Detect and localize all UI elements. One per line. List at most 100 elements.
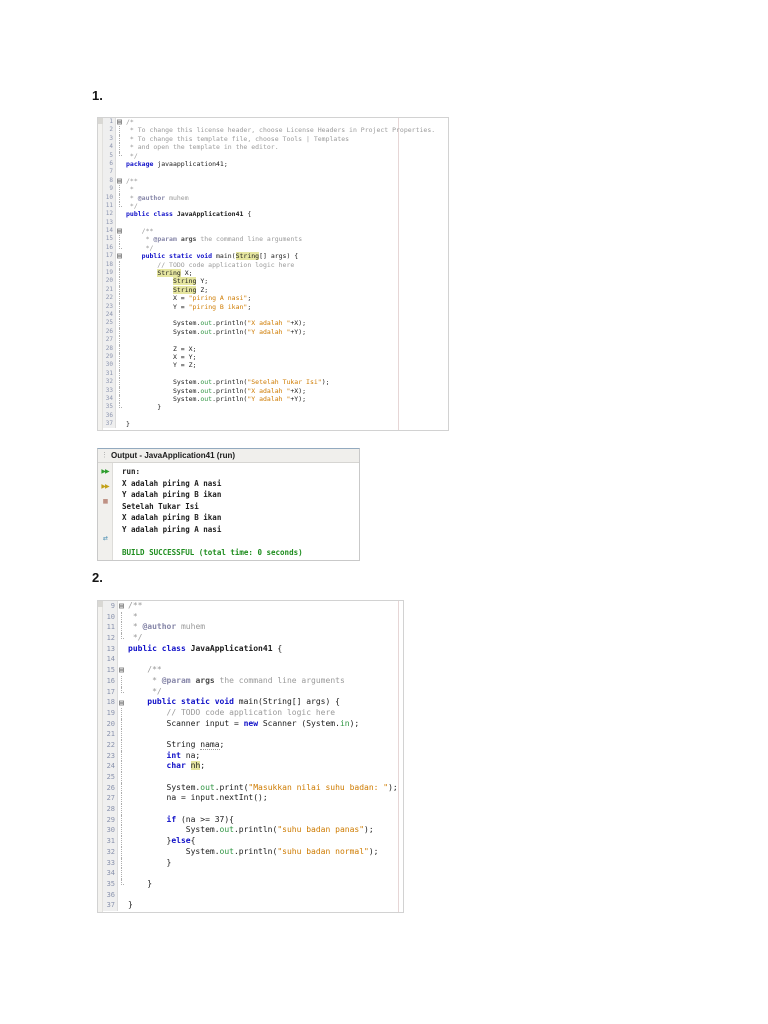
fold-toggle-icon[interactable] [116, 227, 125, 235]
code-line[interactable]: 17 public static void main(String[] args… [103, 252, 448, 260]
line-number[interactable]: 10 [103, 194, 116, 202]
line-number[interactable]: 18 [103, 697, 118, 708]
line-number[interactable]: 23 [103, 751, 118, 762]
line-number[interactable]: 17 [103, 687, 118, 698]
line-number[interactable]: 7 [103, 168, 116, 176]
line-number[interactable]: 32 [103, 847, 118, 858]
code-line[interactable]: 10 * [103, 612, 403, 623]
line-number[interactable]: 23 [103, 303, 116, 311]
code-line[interactable]: 31 [103, 370, 448, 378]
code-line[interactable]: 30 Y = Z; [103, 361, 448, 369]
line-number[interactable]: 27 [103, 793, 118, 804]
line-number[interactable]: 10 [103, 612, 118, 623]
code-line[interactable]: 37} [103, 420, 448, 428]
code-line[interactable]: 9 * [103, 185, 448, 193]
line-number[interactable]: 12 [103, 633, 118, 644]
line-number[interactable]: 26 [103, 783, 118, 794]
code-line[interactable]: 26 System.out.print("Masukkan nilai suhu… [103, 783, 403, 794]
output-panel-header[interactable]: ⋮ Output - JavaApplication41 (run) [98, 449, 359, 463]
line-number[interactable]: 35 [103, 403, 116, 411]
line-number[interactable]: 33 [103, 858, 118, 869]
code-line[interactable]: 16 * @param args the command line argume… [103, 676, 403, 687]
line-number[interactable]: 24 [103, 761, 118, 772]
line-number[interactable]: 31 [103, 370, 116, 378]
code-line[interactable]: 36 [103, 890, 403, 901]
code-line[interactable]: 24 [103, 311, 448, 319]
fold-toggle-icon[interactable] [116, 252, 125, 260]
code-line[interactable]: 27 na = input.nextInt(); [103, 793, 403, 804]
code-line[interactable]: 27 [103, 336, 448, 344]
code-line[interactable]: 19 String X; [103, 269, 448, 277]
code-line[interactable]: 21 [103, 729, 403, 740]
code-line[interactable]: 23 Y = "piring B ikan"; [103, 303, 448, 311]
code-line[interactable]: 37} [103, 900, 403, 911]
line-number[interactable]: 20 [103, 277, 116, 285]
line-number[interactable]: 14 [103, 227, 116, 235]
code-line[interactable]: 12public class JavaApplication41 { [103, 210, 448, 218]
code-line[interactable]: 7 [103, 168, 448, 176]
line-number[interactable]: 16 [103, 244, 116, 252]
code-line[interactable]: 8/** [103, 177, 448, 185]
line-number[interactable]: 30 [103, 361, 116, 369]
line-number[interactable]: 2 [103, 126, 116, 134]
line-number[interactable]: 9 [103, 185, 116, 193]
code-line[interactable]: 20 Scanner input = new Scanner (System.i… [103, 719, 403, 730]
line-number[interactable]: 27 [103, 336, 116, 344]
line-number[interactable]: 21 [103, 729, 118, 740]
line-number[interactable]: 17 [103, 252, 116, 260]
code-line[interactable]: 18 public static void main(String[] args… [103, 697, 403, 708]
code-line[interactable]: 15 /** [103, 665, 403, 676]
line-number[interactable]: 15 [103, 665, 118, 676]
line-number[interactable]: 9 [103, 601, 118, 612]
line-number[interactable]: 15 [103, 235, 116, 243]
line-number[interactable]: 14 [103, 654, 118, 665]
fold-toggle-icon[interactable] [118, 665, 127, 676]
line-number[interactable]: 11 [103, 622, 118, 633]
code-line[interactable]: 15 * @param args the command line argume… [103, 235, 448, 243]
line-number[interactable]: 29 [103, 815, 118, 826]
code-line[interactable]: 2 * To change this license header, choos… [103, 126, 448, 134]
line-number[interactable]: 11 [103, 202, 116, 210]
code-line[interactable]: 19 // TODO code application logic here [103, 708, 403, 719]
line-number[interactable]: 20 [103, 719, 118, 730]
code-line[interactable]: 31 }else{ [103, 836, 403, 847]
line-number[interactable]: 6 [103, 160, 116, 168]
editor-code-area[interactable]: 9/**10 *11 * @author muhem12 */13public … [103, 601, 403, 912]
line-number[interactable]: 12 [103, 210, 116, 218]
code-line[interactable]: 3 * To change this template file, choose… [103, 135, 448, 143]
code-line[interactable]: 28 [103, 804, 403, 815]
code-line[interactable]: 21 String Z; [103, 286, 448, 294]
code-line[interactable]: 22 X = "piring A nasi"; [103, 294, 448, 302]
line-number[interactable]: 19 [103, 708, 118, 719]
fold-toggle-icon[interactable] [116, 177, 125, 185]
code-line[interactable]: 10 * @author muhem [103, 194, 448, 202]
line-number[interactable]: 5 [103, 152, 116, 160]
line-number[interactable]: 32 [103, 378, 116, 386]
code-line[interactable]: 12 */ [103, 633, 403, 644]
code-line[interactable]: 5 */ [103, 152, 448, 160]
code-line[interactable]: 13 [103, 219, 448, 227]
line-number[interactable]: 19 [103, 269, 116, 277]
fold-toggle-icon[interactable] [118, 601, 127, 612]
code-line[interactable]: 29 X = Y; [103, 353, 448, 361]
code-line[interactable]: 29 if (na >= 37){ [103, 815, 403, 826]
line-number[interactable]: 25 [103, 772, 118, 783]
line-number[interactable]: 30 [103, 825, 118, 836]
output-console[interactable]: run:X adalah piring A nasiY adalah pirin… [113, 463, 359, 560]
line-number[interactable]: 29 [103, 353, 116, 361]
code-line[interactable]: 18 // TODO code application logic here [103, 261, 448, 269]
line-number[interactable]: 8 [103, 177, 116, 185]
fold-toggle-icon[interactable] [118, 697, 127, 708]
line-number[interactable]: 26 [103, 328, 116, 336]
line-number[interactable]: 22 [103, 294, 116, 302]
code-line[interactable]: 33 } [103, 858, 403, 869]
line-number[interactable]: 31 [103, 836, 118, 847]
code-line[interactable]: 16 */ [103, 244, 448, 252]
rerun-button[interactable]: ▶▶ [100, 467, 111, 477]
line-number[interactable]: 36 [103, 412, 116, 420]
code-line[interactable]: 34 [103, 868, 403, 879]
line-number[interactable]: 35 [103, 879, 118, 890]
line-number[interactable]: 37 [103, 900, 118, 911]
line-number[interactable]: 24 [103, 311, 116, 319]
line-number[interactable]: 13 [103, 644, 118, 655]
